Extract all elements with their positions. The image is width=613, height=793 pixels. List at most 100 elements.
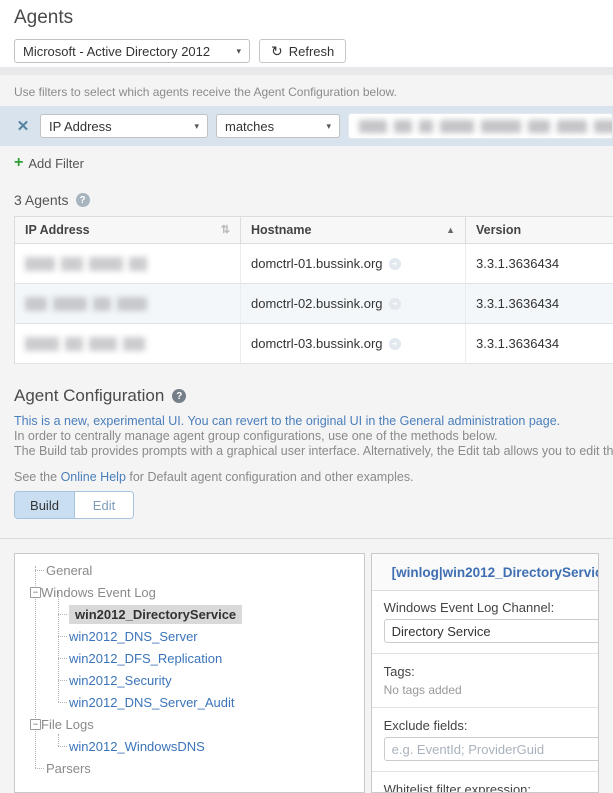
field-divider (372, 653, 598, 654)
chevron-down-icon: ▾ (326, 121, 331, 132)
redacted-filter-value (359, 120, 613, 133)
sort-both-icon: ⇅ (221, 223, 230, 236)
tab-build[interactable]: Build (15, 492, 74, 518)
tree-stub (58, 680, 67, 681)
module-config-title: [winlog|win2012_DirectoryService] (392, 565, 599, 580)
tree-item-general[interactable]: General (15, 559, 364, 581)
channel-input[interactable] (384, 619, 599, 643)
column-label: IP Address (25, 223, 90, 237)
tree-item-label: Parsers (46, 761, 91, 776)
tree-stub (58, 636, 67, 637)
tree-item-label: win2012_WindowsDNS (69, 739, 205, 754)
column-header-version[interactable]: Version (466, 217, 613, 244)
field-divider (372, 771, 598, 772)
tree-item-label: win2012_DNS_Server_Audit (69, 695, 234, 710)
exclude-fields-input[interactable] (384, 737, 599, 761)
tree-stub (58, 658, 67, 659)
tree-stub (35, 570, 44, 571)
tree-item-win2012-dns-server-audit[interactable]: win2012_DNS_Server_Audit (15, 691, 364, 713)
see-suffix: for Default agent configuration and othe… (126, 470, 414, 484)
tree-item-label: win2012_DFS_Replication (69, 651, 222, 666)
tree-item-file-logs[interactable]: − File Logs (15, 713, 364, 735)
experimental-ui-note: This is a new, experimental UI. You can … (14, 414, 599, 429)
hostname-text: domctrl-03.bussink.org (251, 336, 383, 351)
agent-group-select[interactable]: Microsoft - Active Directory 2012 ▾ (14, 39, 250, 63)
remove-filter-icon[interactable]: ✕ (14, 117, 32, 135)
refresh-button[interactable]: ↻ Refresh (259, 39, 346, 63)
tags-label: Tags: (384, 664, 586, 679)
filter-operator-select[interactable]: matches ▾ (216, 114, 340, 138)
tree-item-label: win2012_DNS_Server (69, 629, 198, 644)
header-controls: Microsoft - Active Directory 2012 ▾ ↻ Re… (14, 39, 599, 63)
open-agent-icon[interactable]: ➔ (389, 338, 401, 350)
ip-cell (15, 244, 241, 284)
tree-item-win2012-dns-server[interactable]: win2012_DNS_Server (15, 625, 364, 647)
top-bar: Agents Microsoft - Active Directory 2012… (0, 0, 613, 63)
filter-operator-select-value: matches (225, 119, 274, 134)
version-cell: 3.3.1.3636434 (466, 284, 613, 324)
hostname-text: domctrl-01.bussink.org (251, 256, 383, 271)
tree-stub (58, 614, 67, 615)
tree-item-windows-event-log[interactable]: − Windows Event Log (15, 581, 364, 603)
horizontal-rule (0, 538, 613, 539)
tags-empty-text: No tags added (384, 683, 586, 697)
tree-item-win2012-windowsdns[interactable]: win2012_WindowsDNS (15, 735, 364, 757)
filter-field-select[interactable]: IP Address ▾ (40, 114, 208, 138)
online-help-link[interactable]: Online Help (61, 470, 126, 484)
configuration-notes: This is a new, experimental UI. You can … (14, 414, 599, 459)
tree-item-win2012-directoryservice[interactable]: win2012_DirectoryService (15, 603, 364, 625)
agent-row[interactable]: domctrl-01.bussink.org ➔ 3.3.1.3636434 (15, 244, 613, 284)
configuration-help-icon[interactable]: ? (172, 389, 186, 403)
collapse-icon[interactable]: − (30, 587, 41, 598)
tree-stub (35, 768, 44, 769)
redacted-ip (25, 337, 205, 351)
column-label: Version (476, 223, 521, 237)
refresh-button-label: Refresh (289, 44, 335, 59)
agents-table-header-row: IP Address ⇅ Hostname ▲ Version (15, 217, 613, 244)
column-label: Hostname (251, 223, 311, 237)
open-agent-icon[interactable]: ➔ (389, 298, 401, 310)
column-header-hostname[interactable]: Hostname ▲ (241, 217, 466, 244)
hostname-cell: domctrl-02.bussink.org ➔ (241, 284, 466, 324)
version-cell: 3.3.1.3636434 (466, 324, 613, 364)
agent-row[interactable]: domctrl-02.bussink.org ➔ 3.3.1.3636434 (15, 284, 613, 324)
build-edit-note: The Build tab provides prompts with a gr… (14, 444, 599, 459)
tree-item-win2012-dfs-replication[interactable]: win2012_DFS_Replication (15, 647, 364, 669)
tab-edit[interactable]: Edit (74, 492, 133, 518)
add-filter-button[interactable]: + Add Filter (14, 154, 84, 172)
ip-cell (15, 324, 241, 364)
tree-item-label-selected[interactable]: win2012_DirectoryService (69, 605, 242, 624)
tree-item-label: File Logs (41, 717, 94, 732)
refresh-icon: ↻ (271, 43, 283, 60)
tree-item-label: win2012_Security (69, 673, 172, 688)
config-mode-tabs: Build Edit (14, 491, 134, 519)
tree-item-win2012-security[interactable]: win2012_Security (15, 669, 364, 691)
whitelist-filter-label: Whitelist filter expression: (384, 782, 586, 793)
open-agent-icon[interactable]: ➔ (389, 258, 401, 270)
column-header-ip-address[interactable]: IP Address ⇅ (15, 217, 241, 244)
add-filter-label: Add Filter (28, 156, 84, 171)
online-help-line: See the Online Help for Default agent co… (14, 470, 599, 484)
redacted-ip (25, 257, 205, 271)
agents-table: IP Address ⇅ Hostname ▲ Version (14, 216, 613, 364)
ip-cell (15, 284, 241, 324)
hostname-text: domctrl-02.bussink.org (251, 296, 383, 311)
tree-stub (58, 746, 67, 747)
filter-row: ✕ IP Address ▾ matches ▾ (0, 106, 613, 146)
agent-row[interactable]: domctrl-03.bussink.org ➔ 3.3.1.3636434 (15, 324, 613, 364)
module-config-panel: [winlog|win2012_DirectoryService] Window… (371, 553, 599, 793)
tree-stub (58, 702, 67, 703)
chevron-down-icon: ▾ (236, 46, 241, 57)
see-prefix: See the (14, 470, 61, 484)
main-section: Use filters to select which agents recei… (0, 75, 613, 793)
filter-hint-text: Use filters to select which agents recei… (14, 75, 599, 99)
agent-group-select-value: Microsoft - Active Directory 2012 (23, 44, 210, 59)
central-management-note: In order to centrally manage agent group… (14, 429, 599, 444)
agents-count-row: 3 Agents ? (14, 192, 599, 208)
tree-item-parsers[interactable]: Parsers (15, 757, 364, 779)
collapse-icon[interactable]: − (30, 719, 41, 730)
filter-value-input[interactable] (348, 113, 613, 139)
exclude-fields-label: Exclude fields: (384, 718, 586, 733)
agents-help-icon[interactable]: ? (76, 193, 90, 207)
channel-label: Windows Event Log Channel: (384, 600, 586, 615)
